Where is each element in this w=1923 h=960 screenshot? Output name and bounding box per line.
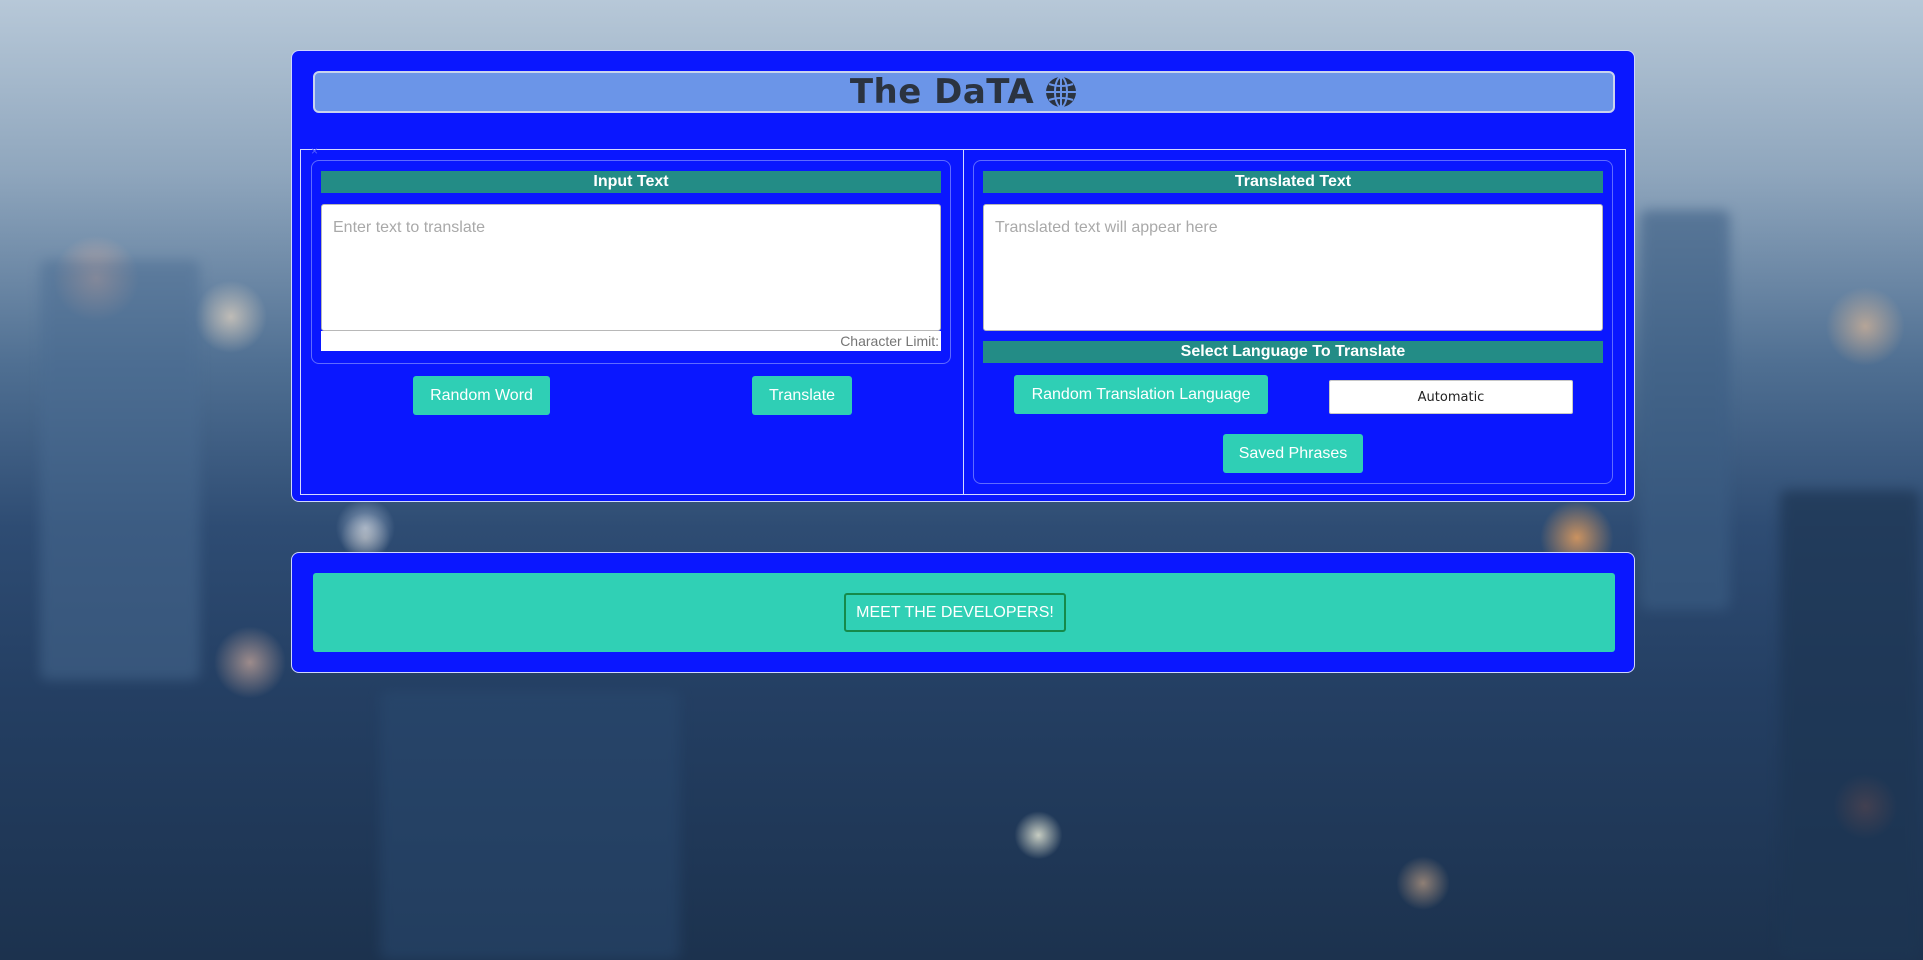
random-translation-language-button[interactable]: Random Translation Language	[1014, 375, 1268, 414]
background-building	[380, 690, 680, 960]
language-select[interactable]: Automatic	[1329, 380, 1573, 414]
character-limit-label: Character Limit:	[321, 331, 941, 351]
saved-phrases-button[interactable]: Saved Phrases	[1223, 434, 1363, 473]
translated-text-section: Translated Text Select Language To Trans…	[973, 160, 1613, 484]
close-icon[interactable]: ×	[311, 144, 318, 158]
background-building	[1780, 490, 1920, 960]
translate-button[interactable]: Translate	[752, 376, 852, 415]
input-text-header: Input Text	[321, 171, 941, 193]
column-divider	[963, 150, 964, 494]
language-select-value: Automatic	[1417, 389, 1485, 405]
background-building	[1640, 210, 1730, 610]
input-text-section: Input Text Character Limit:	[311, 160, 951, 364]
input-textarea[interactable]	[321, 204, 941, 331]
random-word-button[interactable]: Random Word	[413, 376, 550, 415]
output-textarea[interactable]	[983, 204, 1603, 331]
app-title: The DaTA	[849, 72, 1035, 112]
developers-panel: MEET THE DEVELOPERS!	[291, 552, 1635, 673]
translation-work-area: × Input Text Character Limit: Random Wor…	[300, 144, 1626, 495]
background-building	[40, 260, 200, 680]
developers-strip: MEET THE DEVELOPERS!	[313, 573, 1615, 652]
meet-developers-button[interactable]: MEET THE DEVELOPERS!	[844, 593, 1066, 632]
select-language-header: Select Language To Translate	[983, 341, 1603, 363]
translated-text-header: Translated Text	[983, 171, 1603, 193]
app-header: The DaTA	[313, 71, 1615, 113]
translator-panel: The DaTA × Input Text Character Limit:	[291, 50, 1635, 502]
globe-icon	[1044, 75, 1078, 109]
